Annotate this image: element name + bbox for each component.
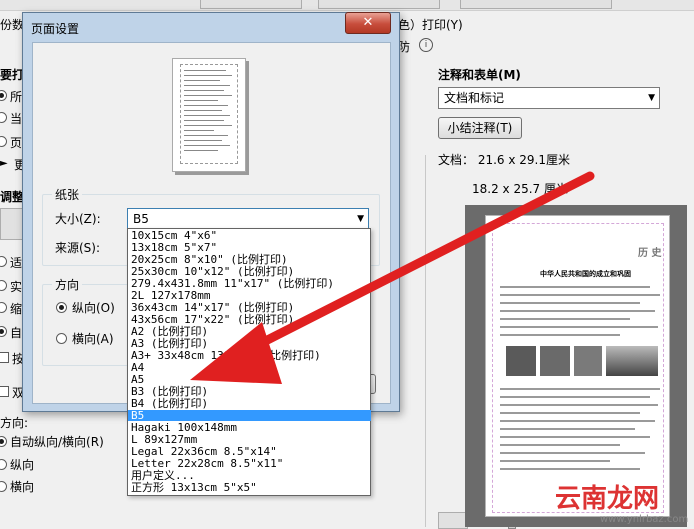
annotation-arrow [190,171,595,384]
watermark-logo: 云南龙网 [555,484,660,514]
watermark-url: www.ynlrbaz.com [600,514,689,525]
